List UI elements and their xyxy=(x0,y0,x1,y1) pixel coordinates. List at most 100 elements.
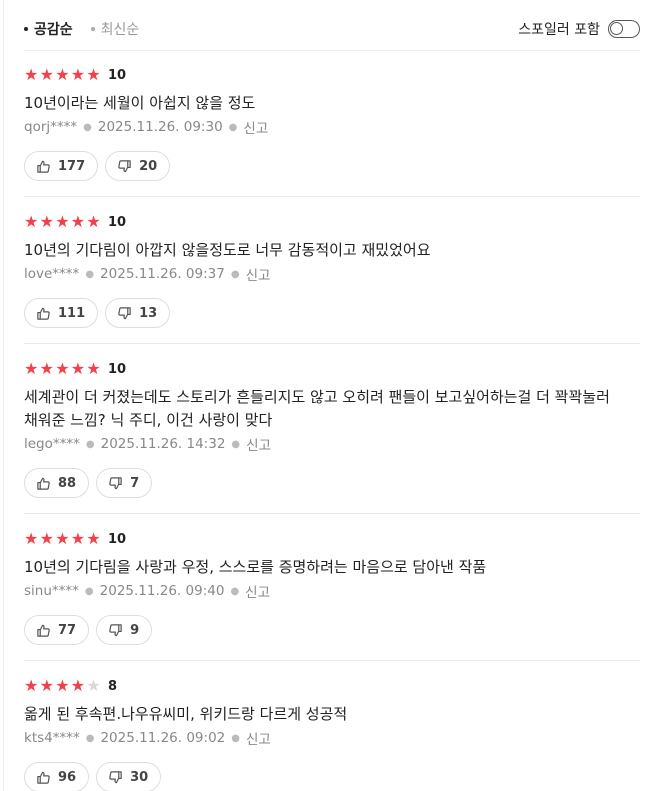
review-meta: kts4**** ● 2025.11.26. 09:02 ● 신고 xyxy=(24,728,640,748)
thumbs-up-icon xyxy=(36,159,58,174)
separator-dot: ● xyxy=(85,268,95,280)
star-rating: ★ ★ ★ ★ ★ xyxy=(24,678,102,694)
score: 10 xyxy=(107,67,127,83)
spoiler-filter: 스포일러 포함 xyxy=(518,19,640,39)
star-filled-icon: ★ xyxy=(86,529,101,548)
like-button[interactable]: 96 xyxy=(24,762,90,791)
star-filled-icon: ★ xyxy=(39,65,54,84)
inactive-dot-icon xyxy=(90,27,95,31)
review-text: 10년의 기다림을 사랑과 우정, 스스로를 증명하려는 마음으로 담아낸 작품 xyxy=(24,558,487,576)
dislike-count: 7 xyxy=(130,475,140,491)
review-item: ★ ★ ★ ★ ★ 10 10년의 기다림을 사랑과 우정, 스스로를 증명하려는 마음… xyxy=(24,530,640,661)
star-filled-icon: ★ xyxy=(55,529,70,548)
like-count: 111 xyxy=(58,305,86,321)
thumbs-up-icon xyxy=(36,623,58,638)
like-count: 88 xyxy=(58,475,77,491)
reaction-buttons: 111 13 xyxy=(24,298,640,328)
spoiler-toggle[interactable] xyxy=(608,20,640,38)
panel-border xyxy=(3,0,4,791)
thumbs-up-icon xyxy=(36,476,58,491)
score: 10 xyxy=(107,531,127,547)
report-link[interactable]: 신고 xyxy=(246,264,271,284)
review-date: 2025.11.26. 09:02 xyxy=(100,730,226,746)
sort-tab-label: 최신순 xyxy=(100,22,140,38)
review-divider xyxy=(24,660,640,661)
star-filled-icon: ★ xyxy=(24,529,39,548)
review-text: 10년의 기다림이 아깝지 않을정도로 너무 감동적이고 재밌었어요 xyxy=(24,241,431,259)
review-date: 2025.11.26. 14:32 xyxy=(100,436,226,452)
star-empty-icon: ★ xyxy=(86,676,101,695)
like-count: 77 xyxy=(58,622,77,638)
like-count: 177 xyxy=(58,158,86,174)
username: sinu**** xyxy=(24,583,79,599)
like-button[interactable]: 111 xyxy=(24,298,99,328)
thumbs-down-icon xyxy=(108,770,130,785)
dislike-button[interactable]: 20 xyxy=(105,151,171,181)
dislike-count: 30 xyxy=(130,769,149,785)
star-filled-icon: ★ xyxy=(24,65,39,84)
like-count: 96 xyxy=(58,769,77,785)
reaction-buttons: 77 9 xyxy=(24,615,640,645)
sort-tab-label: 공감순 xyxy=(34,22,73,38)
rating-row: ★ ★ ★ ★ ★ 10 xyxy=(24,213,640,231)
dislike-count: 13 xyxy=(139,305,158,321)
dislike-button[interactable]: 13 xyxy=(105,298,171,328)
reaction-buttons: 96 30 xyxy=(24,762,640,791)
review-date: 2025.11.26. 09:40 xyxy=(99,583,225,599)
toggle-knob xyxy=(610,22,623,35)
separator-dot: ● xyxy=(83,121,92,133)
review-date: 2025.11.26. 09:37 xyxy=(100,266,225,282)
score: 10 xyxy=(107,361,127,377)
dislike-button[interactable]: 9 xyxy=(96,615,153,645)
star-rating: ★ ★ ★ ★ ★ xyxy=(24,361,102,377)
review-item: ★ ★ ★ ★ ★ 10 10년의 기다림이 아깝지 않을정도로 너무 감동적이고 재밌… xyxy=(24,213,640,344)
star-rating: ★ ★ ★ ★ ★ xyxy=(24,531,102,547)
review-meta: love**** ● 2025.11.26. 09:37 ● 신고 xyxy=(24,264,640,284)
review-item: ★ ★ ★ ★ ★ 10 10년이라는 세월이 아쉽지 않을 정도 qorj**** ●… xyxy=(24,65,640,197)
star-filled-icon: ★ xyxy=(55,65,70,84)
username: love**** xyxy=(24,266,80,282)
dislike-button[interactable]: 7 xyxy=(96,468,153,498)
sort-tab-latest[interactable]: 최신순 xyxy=(90,19,140,39)
report-link[interactable]: 신고 xyxy=(246,728,271,748)
star-filled-icon: ★ xyxy=(24,359,39,378)
score: 8 xyxy=(107,678,118,694)
star-filled-icon: ★ xyxy=(55,676,70,695)
thumbs-down-icon xyxy=(108,623,130,638)
thumbs-down-icon xyxy=(117,159,139,174)
star-filled-icon: ★ xyxy=(55,359,70,378)
review-date: 2025.11.26. 09:30 xyxy=(97,119,223,135)
star-filled-icon: ★ xyxy=(70,676,86,695)
rating-row: ★ ★ ★ ★ ★ 10 xyxy=(24,530,640,548)
separator-dot: ● xyxy=(231,438,241,450)
star-filled-icon: ★ xyxy=(70,359,86,378)
reaction-buttons: 177 20 xyxy=(24,151,640,181)
star-filled-icon: ★ xyxy=(24,676,39,695)
star-filled-icon: ★ xyxy=(86,212,101,231)
reaction-buttons: 88 7 xyxy=(24,468,640,498)
like-button[interactable]: 77 xyxy=(24,615,90,645)
dislike-button[interactable]: 30 xyxy=(96,762,162,791)
thumbs-up-icon xyxy=(36,770,58,785)
like-button[interactable]: 177 xyxy=(24,151,99,181)
score: 10 xyxy=(107,214,127,230)
separator-dot: ● xyxy=(230,268,240,280)
report-link[interactable]: 신고 xyxy=(246,434,271,454)
rating-row: ★ ★ ★ ★ ★ 10 xyxy=(24,360,640,378)
report-link[interactable]: 신고 xyxy=(243,117,268,137)
report-link[interactable]: 신고 xyxy=(245,581,270,601)
review-divider xyxy=(24,196,640,197)
active-dot-icon xyxy=(24,27,28,31)
star-filled-icon: ★ xyxy=(70,212,86,231)
star-rating: ★ ★ ★ ★ ★ xyxy=(24,214,102,230)
star-filled-icon: ★ xyxy=(70,65,86,84)
star-filled-icon: ★ xyxy=(39,529,54,548)
star-filled-icon: ★ xyxy=(39,212,54,231)
star-filled-icon: ★ xyxy=(86,359,101,378)
sort-tab-likes[interactable]: 공감순 xyxy=(24,19,73,39)
dislike-count: 20 xyxy=(139,158,158,174)
star-filled-icon: ★ xyxy=(55,212,70,231)
like-button[interactable]: 88 xyxy=(24,468,90,498)
review-divider xyxy=(24,343,640,344)
spoiler-label: 스포일러 포함 xyxy=(518,22,600,38)
